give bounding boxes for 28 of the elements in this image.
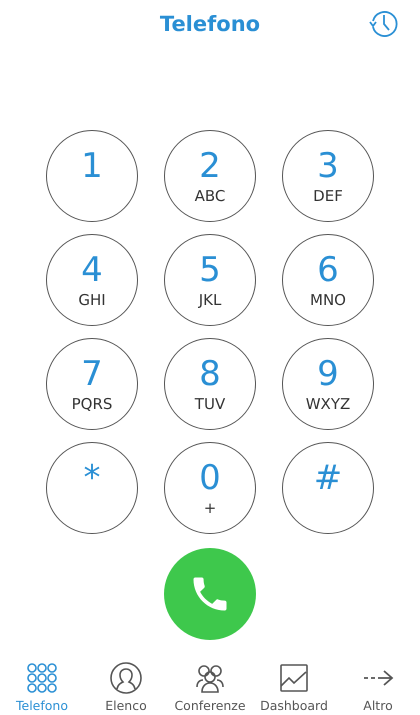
dial-key[interactable]: 8 TUV — [164, 338, 256, 430]
dial-key[interactable]: 3 DEF — [282, 130, 374, 222]
dial-key[interactable]: 4 GHI — [46, 234, 138, 326]
tab-label: Telefono — [16, 698, 68, 713]
chart-icon — [278, 662, 310, 694]
dial-key[interactable]: 6 MNO — [282, 234, 374, 326]
screen-title: Telefono — [158, 12, 262, 36]
tab[interactable]: Altro — [336, 662, 420, 713]
dial-key[interactable]: # — [282, 442, 374, 534]
person-icon — [110, 662, 142, 694]
history-icon[interactable] — [368, 8, 400, 40]
tab-label: Conferenze — [174, 698, 246, 713]
dial-key[interactable]: 0 + — [164, 442, 256, 534]
tab-label: Altro — [363, 698, 393, 713]
dial-key[interactable]: 1 — [46, 130, 138, 222]
people-icon — [194, 662, 226, 694]
dialpad-icon — [26, 662, 58, 694]
dial-key[interactable]: 5 JKL — [164, 234, 256, 326]
tab-label: Elenco — [105, 698, 147, 713]
dial-key[interactable]: 7 PQRS — [46, 338, 138, 430]
dial-key[interactable]: 2 ABC — [164, 130, 256, 222]
tab[interactable]: Dashboard — [252, 662, 336, 713]
tab[interactable]: Elenco — [84, 662, 168, 713]
tab[interactable]: Telefono — [0, 662, 84, 713]
dial-key[interactable]: 9 WXYZ — [282, 338, 374, 430]
dial-key[interactable]: * — [46, 442, 138, 534]
tab[interactable]: Conferenze — [168, 662, 252, 713]
tab-label: Dashboard — [260, 698, 328, 713]
